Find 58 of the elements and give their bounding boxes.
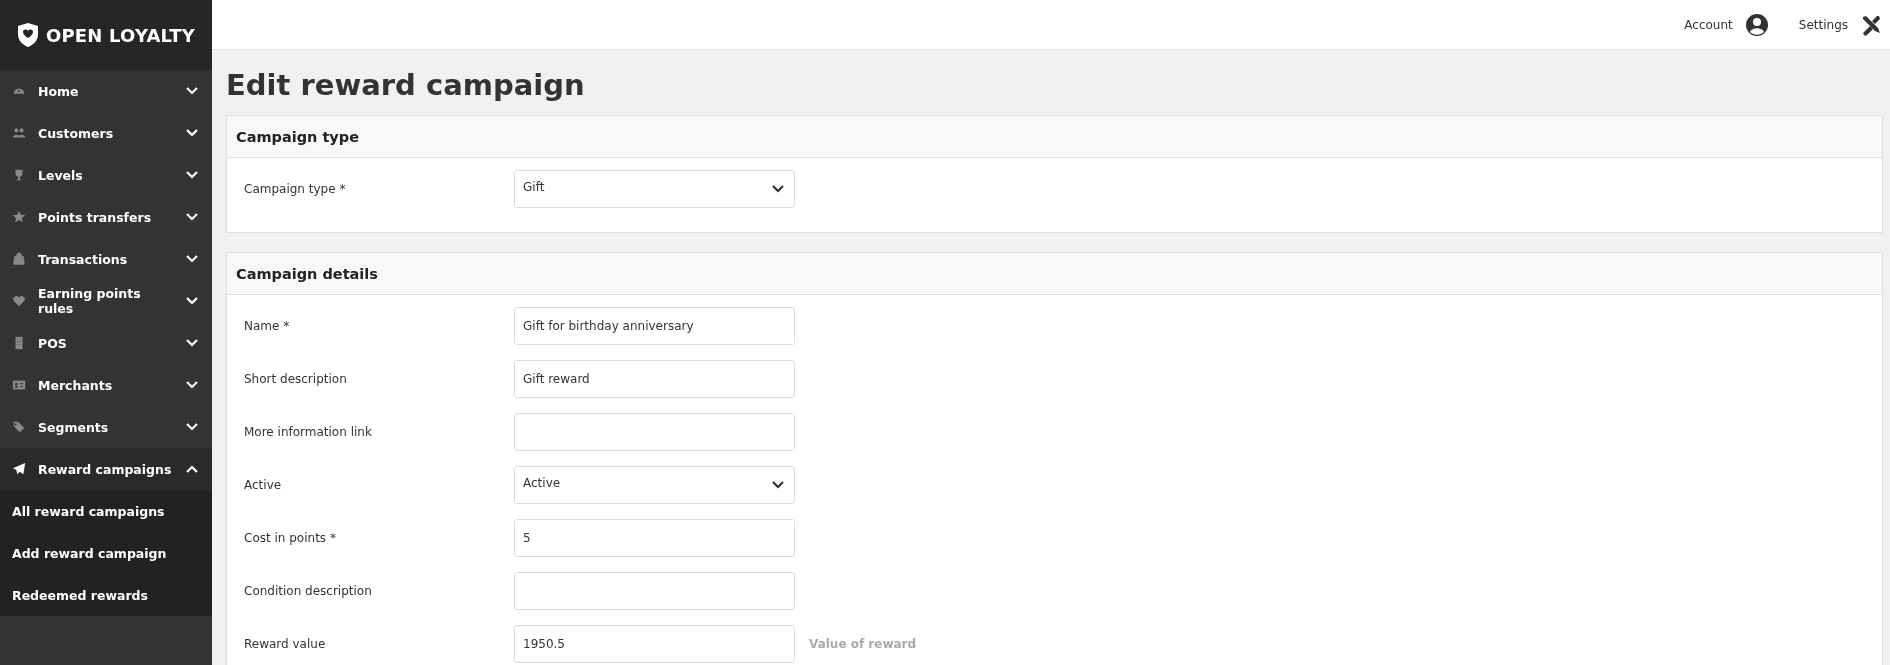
card-title: Campaign type [236,128,360,145]
chevron-down-icon [186,339,198,347]
sidebar-menu-item[interactable]: Points transfers [0,196,212,238]
input-field[interactable]: 1950.5 [514,625,795,663]
chevron-up-icon [186,465,198,473]
chevron-down-icon [186,297,198,305]
sidebar-menu-item[interactable]: POS [0,322,212,364]
id-card-icon [12,378,26,392]
sidebar-menu-item[interactable]: Earning points rules [0,280,212,322]
input-field[interactable]: Gift reward [514,360,795,398]
star-icon [12,210,26,224]
shield-logo-icon [16,22,39,48]
field-hint: Value of reward [809,637,917,651]
chevron-down-icon [186,171,198,179]
users-icon [12,126,26,140]
paper-plane-icon [12,462,26,476]
sidebar-menu-item[interactable]: Merchants [0,364,212,406]
input-field[interactable] [514,413,795,451]
sidebar-menu-item[interactable]: Reward campaigns [0,448,212,490]
chevron-down-icon [772,481,784,489]
sidebar-menu-item[interactable]: Segments [0,406,212,448]
submenu-item[interactable]: All reward campaigns [12,503,165,519]
field-label: Reward value [244,637,327,651]
field-label: More information link [244,425,373,439]
sidebar-menu-item[interactable]: Customers [0,112,212,154]
settings-link[interactable]: Settings [1798,17,1848,32]
submenu-item[interactable]: Redeemed rewards [12,587,148,603]
input-field[interactable]: 5 [514,519,795,557]
chevron-down-icon [186,213,198,221]
chevron-down-icon [772,185,784,193]
chevron-down-icon [186,423,198,431]
sidebar-menu-item[interactable]: Levels [0,154,212,196]
account-link[interactable]: Account [1684,17,1733,32]
shopping-bag-icon [12,252,26,266]
select-dropdown[interactable]: Active [514,466,795,504]
card-title: Campaign details [236,265,378,282]
input-field[interactable]: Gift for birthday anniversary [514,307,795,345]
chevron-down-icon [186,255,198,263]
user-avatar-icon[interactable] [1744,12,1769,37]
tools-icon[interactable] [1860,13,1882,36]
field-label: Name * [244,319,291,333]
field-label: Short description [244,372,348,386]
sidebar-menu-item[interactable]: Transactions [0,238,212,280]
sidebar-menu-item[interactable]: Home [0,70,212,112]
chevron-down-icon [186,129,198,137]
select-dropdown[interactable]: Gift [514,170,795,208]
logo-text: OPEN LOYALTY [45,24,196,46]
chevron-down-icon [186,381,198,389]
input-field[interactable] [514,572,795,610]
chevron-down-icon [186,87,198,95]
field-label: Active [244,478,283,492]
page-title: Edit reward campaign [225,67,586,104]
field-label: Campaign type * [244,182,347,196]
field-label: Condition description [244,584,373,598]
submenu-item[interactable]: Add reward campaign [12,545,167,561]
field-label: Cost in points * [244,531,337,545]
heart-icon [12,294,26,308]
tag-icon [12,420,26,434]
